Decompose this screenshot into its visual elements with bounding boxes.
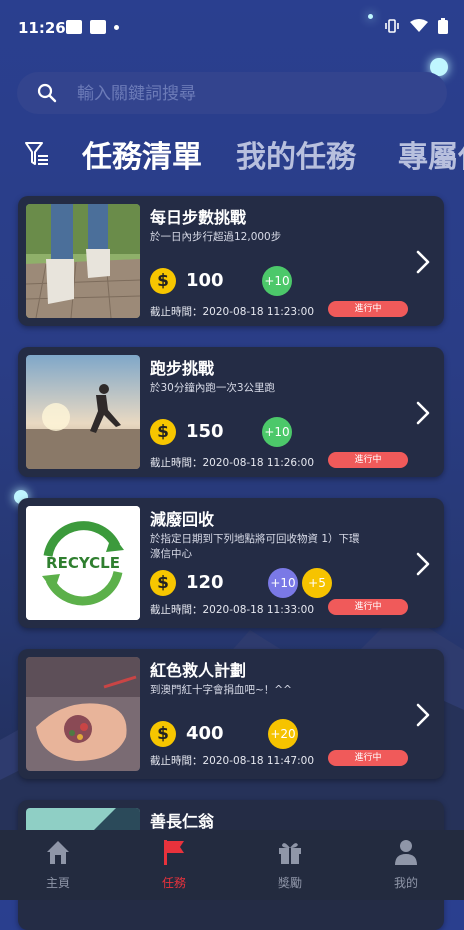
status-bar: 11:26 bbox=[0, 0, 464, 56]
bonus-badge: +10 bbox=[262, 266, 292, 296]
tab-task-list[interactable]: 任務清單 bbox=[82, 132, 202, 176]
nav-tasks-label: 任務 bbox=[161, 876, 186, 890]
task-title: 紅色救人計劃 bbox=[150, 661, 247, 680]
mail-notification-icon bbox=[90, 20, 106, 34]
home-icon bbox=[47, 841, 69, 864]
task-card-recycling[interactable]: RECYCLE 減廢回收 於指定日期到下列地點將可回收物資 1）下環濠信中心 $… bbox=[18, 498, 444, 628]
task-title: 每日步數挑戰 bbox=[150, 208, 247, 227]
search-input[interactable] bbox=[75, 72, 439, 116]
status-badge: 進行中 bbox=[328, 452, 408, 468]
task-description: 到澳門紅十字會捐血吧~！^^ bbox=[150, 684, 292, 696]
task-thumbnail-recycle: RECYCLE bbox=[26, 506, 140, 620]
tab-exclusive-tasks[interactable]: 專屬任 bbox=[398, 132, 464, 176]
flag-icon bbox=[164, 840, 184, 865]
bonus-badge: +20 bbox=[268, 719, 298, 749]
nav-profile-label: 我的 bbox=[393, 876, 418, 890]
search-bar[interactable] bbox=[17, 72, 447, 116]
task-card-blood-donation[interactable]: 紅色救人計劃 到澳門紅十字會捐血吧~！^^ $ 400 +20 截止時間：202… bbox=[18, 649, 444, 779]
task-points: 150 bbox=[186, 421, 224, 442]
task-description: 於30分鐘內跑一次3公里跑 bbox=[150, 382, 276, 394]
search-icon bbox=[37, 83, 57, 103]
person-icon bbox=[395, 840, 417, 865]
status-badge: 進行中 bbox=[328, 599, 408, 615]
nav-home[interactable]: 主頁 bbox=[8, 838, 108, 891]
bonus-badge: +10 bbox=[268, 568, 298, 598]
tab-my-tasks[interactable]: 我的任務 bbox=[236, 132, 356, 176]
nav-rewards[interactable]: 獎勵 bbox=[240, 838, 340, 891]
task-points: 100 bbox=[186, 270, 224, 291]
chevron-right-icon[interactable] bbox=[416, 703, 430, 727]
coin-icon: $ bbox=[150, 721, 176, 747]
status-badge: 進行中 bbox=[328, 301, 408, 317]
task-thumbnail-walking bbox=[26, 204, 140, 318]
task-thumbnail-running bbox=[26, 355, 140, 469]
coin-icon: $ bbox=[150, 268, 176, 294]
chevron-right-icon[interactable] bbox=[416, 250, 430, 274]
gallery-notification-icon bbox=[66, 20, 82, 34]
bottom-navigation: 主頁 任務 獎勵 我的 bbox=[0, 830, 464, 900]
bonus-badge: +5 bbox=[302, 568, 332, 598]
task-deadline: 截止時間：2020-08-18 11:33:00 bbox=[150, 604, 315, 616]
gift-icon bbox=[279, 843, 301, 864]
recycle-logo-text: RECYCLE bbox=[46, 554, 120, 572]
coin-icon: $ bbox=[150, 570, 176, 596]
wifi-icon bbox=[410, 19, 428, 32]
task-thumbnail-blood-donation bbox=[26, 657, 140, 771]
task-description: 於指定日期到下列地點將可回收物資 1）下環濠信中心 bbox=[150, 533, 360, 560]
task-card-step-challenge[interactable]: 每日步數挑戰 於一日內步行超過12,000步 $ 100 +10 截止時間：20… bbox=[18, 196, 444, 326]
task-deadline: 截止時間：2020-08-18 11:23:00 bbox=[150, 306, 315, 318]
task-deadline: 截止時間：2020-08-18 11:47:00 bbox=[150, 755, 315, 767]
nav-tasks[interactable]: 任務 bbox=[124, 838, 224, 891]
status-time: 11:26 bbox=[18, 19, 66, 37]
nav-rewards-label: 獎勵 bbox=[277, 876, 302, 890]
bonus-badge: +10 bbox=[262, 417, 292, 447]
task-title: 減廢回收 bbox=[150, 510, 215, 529]
task-card-running-challenge[interactable]: 跑步挑戰 於30分鐘內跑一次3公里跑 $ 150 +10 截止時間：2020-0… bbox=[18, 347, 444, 477]
battery-icon bbox=[438, 18, 448, 34]
task-title: 善長仁翁 bbox=[150, 812, 215, 831]
nav-home-label: 主頁 bbox=[45, 876, 70, 890]
chevron-right-icon[interactable] bbox=[416, 401, 430, 425]
coin-icon: $ bbox=[150, 419, 176, 445]
task-title: 跑步挑戰 bbox=[150, 359, 215, 378]
chevron-right-icon[interactable] bbox=[416, 552, 430, 576]
more-notifications-icon bbox=[114, 24, 119, 30]
task-points: 400 bbox=[186, 723, 224, 744]
task-tabs: 任務清單 我的任務 專屬任 bbox=[0, 128, 464, 178]
nav-profile[interactable]: 我的 bbox=[356, 838, 456, 891]
status-badge: 進行中 bbox=[328, 750, 408, 766]
vibrate-icon bbox=[385, 19, 399, 33]
task-description: 於一日內步行超過12,000步 bbox=[150, 231, 282, 243]
task-deadline: 截止時間：2020-08-18 11:26:00 bbox=[150, 457, 315, 469]
task-points: 120 bbox=[186, 572, 224, 593]
filter-icon[interactable] bbox=[24, 140, 50, 168]
